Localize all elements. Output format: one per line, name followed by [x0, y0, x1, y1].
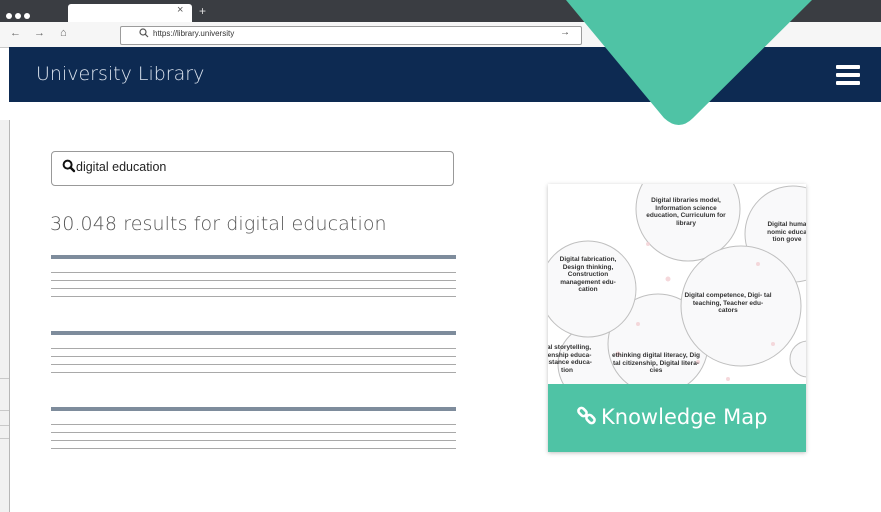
search-query[interactable]: digital education	[76, 160, 166, 174]
map-area-label: Digital huma nomic educa tion gove	[767, 221, 806, 243]
result-title-bar	[51, 407, 456, 411]
site-title[interactable]: University Library	[36, 63, 204, 85]
result-line	[51, 280, 456, 281]
go-icon[interactable]: →	[560, 27, 570, 38]
result-line	[51, 372, 456, 373]
map-area-label: Digital competence, Digi- tal teaching, …	[684, 292, 772, 314]
browser-tab[interactable]	[68, 4, 192, 22]
home-icon[interactable]: ⌂	[60, 27, 67, 39]
result-line	[51, 432, 456, 433]
maximize-window-dot[interactable]	[24, 13, 30, 19]
result-line	[51, 356, 456, 357]
menu-icon[interactable]	[836, 65, 860, 85]
knowledge-map-preview[interactable]: Digital libraries model, Information sci…	[548, 184, 806, 384]
results-summary: 30.048 results for digital education	[50, 213, 387, 235]
result-title-bar	[51, 255, 456, 259]
result-line	[51, 448, 456, 449]
map-area-label: Digital libraries model, Information sci…	[646, 197, 726, 227]
address-url[interactable]: https://library.university	[153, 29, 234, 38]
result-item[interactable]	[51, 407, 456, 449]
link-icon	[577, 406, 596, 425]
result-line	[51, 288, 456, 289]
new-tab-icon[interactable]: +	[199, 4, 206, 18]
result-line	[51, 296, 456, 297]
search-icon	[62, 159, 76, 173]
knowledge-map-label[interactable]: Knowledge Map	[601, 405, 767, 429]
forward-icon[interactable]: →	[34, 27, 45, 39]
result-item[interactable]	[51, 331, 456, 373]
minimize-window-dot[interactable]	[15, 13, 21, 19]
result-line	[51, 424, 456, 425]
result-title-bar	[51, 331, 456, 335]
close-window-dot[interactable]	[6, 13, 12, 19]
map-area-label: ital storytelling, izenship educa- Dista…	[548, 344, 592, 374]
result-line	[51, 272, 456, 273]
result-item[interactable]	[51, 255, 456, 297]
map-area-label: ethinking digital literacy, Dig tal citi…	[611, 352, 700, 374]
back-icon[interactable]: ←	[10, 27, 21, 39]
result-line	[51, 364, 456, 365]
background-window-edge	[0, 120, 10, 512]
map-area-label: Digital fabrication, Design thinking, Co…	[559, 256, 617, 293]
address-search-icon	[139, 28, 149, 38]
tab-close-icon[interactable]: ×	[177, 4, 183, 16]
result-line	[51, 348, 456, 349]
result-line	[51, 440, 456, 441]
